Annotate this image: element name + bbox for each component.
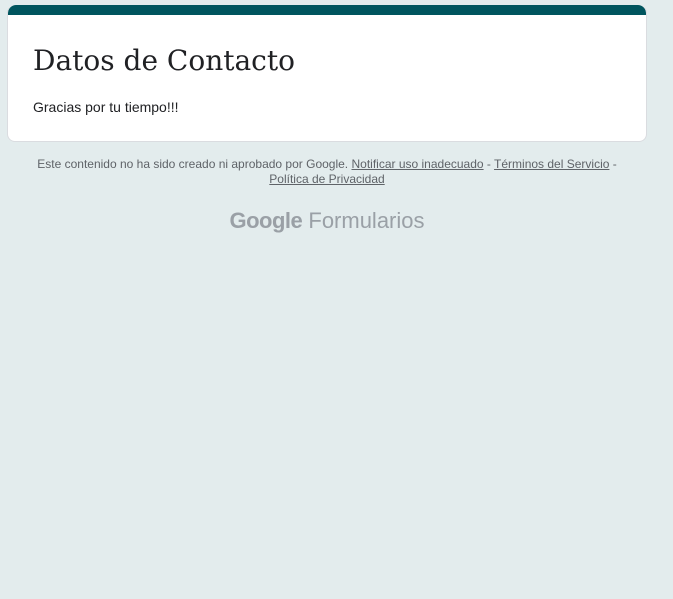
google-wordmark: Google	[229, 208, 303, 233]
forms-wordmark: Formularios	[308, 208, 425, 233]
privacy-link[interactable]: Política de Privacidad	[269, 172, 384, 186]
footer-disclaimer: Este contenido no ha sido creado ni apro…	[37, 157, 349, 171]
confirmation-message: Gracias por tu tiempo!!!	[33, 99, 179, 115]
footer: Este contenido no ha sido creado ni apro…	[7, 157, 647, 187]
form-title: Datos de Contacto	[33, 44, 295, 77]
report-abuse-link[interactable]: Notificar uso inadecuado	[351, 157, 483, 171]
terms-link[interactable]: Términos del Servicio	[494, 157, 609, 171]
form-card: Datos de Contacto Gracias por tu tiempo!…	[7, 5, 647, 142]
card-accent-bar	[8, 5, 646, 15]
google-forms-logo[interactable]: Google Formularios	[7, 206, 647, 236]
footer-separator: -	[609, 157, 617, 171]
footer-separator: -	[483, 157, 495, 171]
